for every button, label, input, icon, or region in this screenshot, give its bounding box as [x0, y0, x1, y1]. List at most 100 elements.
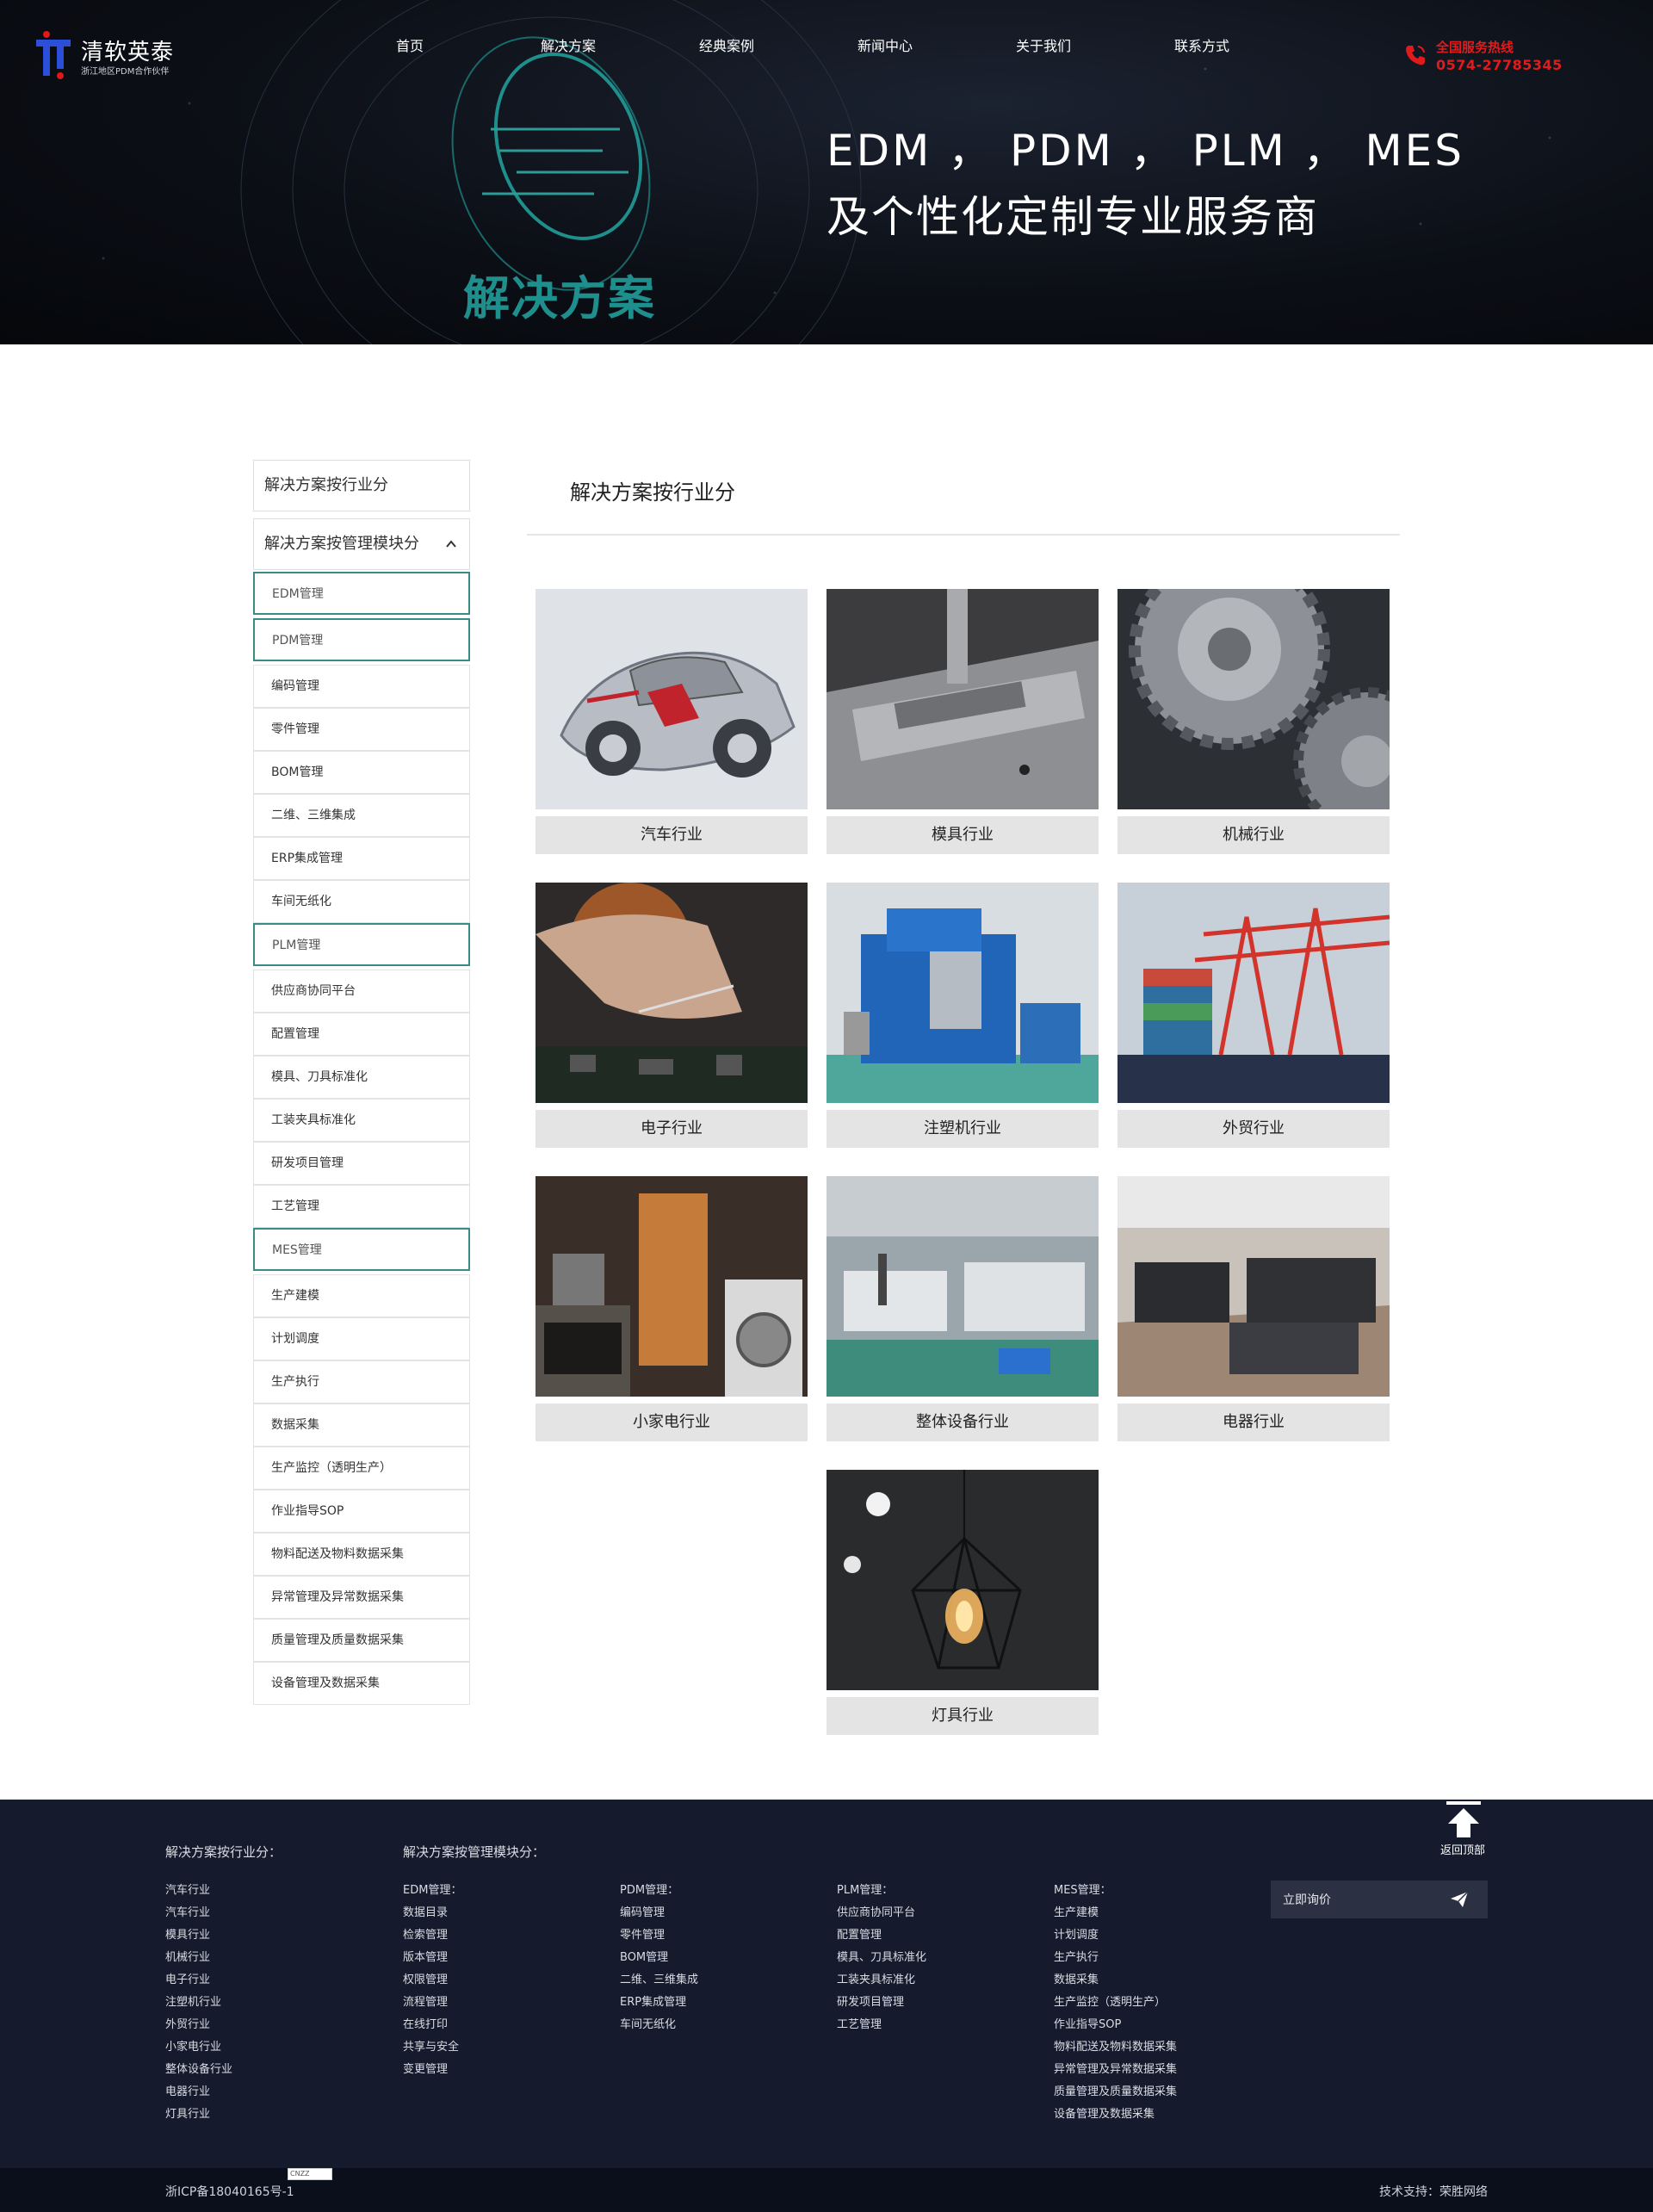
sidebar-item[interactable]: ERP集成管理: [253, 837, 470, 880]
hotline-number[interactable]: 0574-27785345: [1436, 57, 1563, 73]
footer-link[interactable]: 汽车行业: [165, 1881, 210, 1897]
footer-link[interactable]: 计划调度: [1054, 1925, 1099, 1942]
sidebar-item[interactable]: 零件管理: [253, 708, 470, 751]
sidebar-item[interactable]: 生产执行: [253, 1360, 470, 1403]
icp-number[interactable]: 浙ICP备18040165号-1: [165, 2183, 294, 2200]
footer-link[interactable]: 汽车行业: [165, 1903, 210, 1919]
sidebar-item[interactable]: 生产监控（透明生产）: [253, 1447, 470, 1490]
footer-link[interactable]: 编码管理: [620, 1903, 665, 1919]
inquiry-button[interactable]: 立即询价: [1271, 1881, 1488, 1918]
footer-link[interactable]: 研发项目管理: [837, 1992, 904, 2009]
logo-mark-icon: [36, 31, 71, 79]
card-trade[interactable]: 外贸行业: [1117, 883, 1390, 1149]
nav-home[interactable]: 首页: [396, 34, 424, 55]
footer-link[interactable]: 共享与安全: [403, 2037, 459, 2054]
sidebar-item[interactable]: 设备管理及数据采集: [253, 1662, 470, 1705]
sidebar-item[interactable]: 质量管理及质量数据采集: [253, 1619, 470, 1662]
footer-group-heading[interactable]: MES管理：: [1054, 1881, 1111, 1897]
footer-link[interactable]: 车间无纸化: [620, 2015, 676, 2031]
sidebar-item[interactable]: 模具、刀具标准化: [253, 1056, 470, 1099]
footer-link[interactable]: 数据目录: [403, 1903, 448, 1919]
footer-link[interactable]: 设备管理及数据采集: [1054, 2104, 1155, 2121]
footer-link[interactable]: 检索管理: [403, 1925, 448, 1942]
footer-link[interactable]: 模具行业: [165, 1925, 210, 1942]
footer-link[interactable]: 权限管理: [403, 1970, 448, 1986]
footer-link[interactable]: 二维、三维集成: [620, 1970, 698, 1986]
back-to-top-button[interactable]: 返回顶部: [1433, 1800, 1493, 1857]
footer-link[interactable]: 异常管理及异常数据采集: [1054, 2060, 1177, 2076]
sidebar-item[interactable]: 编码管理: [253, 665, 470, 708]
card-auto[interactable]: 汽车行业: [536, 589, 808, 856]
footer-link[interactable]: 质量管理及质量数据采集: [1054, 2082, 1177, 2098]
nav-contact[interactable]: 联系方式: [1174, 34, 1229, 55]
sidebar-category[interactable]: EDM管理: [253, 572, 470, 615]
sidebar-item[interactable]: 车间无纸化: [253, 880, 470, 923]
footer-link[interactable]: 灯具行业: [165, 2104, 210, 2121]
card-equipment[interactable]: 整体设备行业: [826, 1176, 1099, 1443]
sidebar-group-by-industry[interactable]: 解决方案按行业分: [253, 460, 470, 511]
footer-link[interactable]: 生产建模: [1054, 1903, 1099, 1919]
sidebar-item[interactable]: 工艺管理: [253, 1185, 470, 1228]
nav-news[interactable]: 新闻中心: [857, 34, 913, 55]
footer-group-heading[interactable]: PDM管理：: [620, 1881, 678, 1897]
card-machinery[interactable]: 机械行业: [1117, 589, 1390, 856]
footer-link[interactable]: 电器行业: [165, 2082, 210, 2098]
footer-link[interactable]: ERP集成管理: [620, 1992, 686, 2009]
sidebar-item[interactable]: 工装夹具标准化: [253, 1099, 470, 1142]
card-injection[interactable]: 注塑机行业: [826, 883, 1099, 1149]
card-electronics[interactable]: 电子行业: [536, 883, 808, 1149]
sidebar-item[interactable]: BOM管理: [253, 751, 470, 794]
footer-group-heading[interactable]: EDM管理：: [403, 1881, 461, 1897]
sidebar-item[interactable]: 异常管理及异常数据采集: [253, 1576, 470, 1619]
sidebar-category[interactable]: PLM管理: [253, 923, 470, 966]
card-mold[interactable]: 模具行业: [826, 589, 1099, 856]
nav-solutions[interactable]: 解决方案: [541, 34, 596, 55]
footer-link[interactable]: 物料配送及物料数据采集: [1054, 2037, 1177, 2054]
sidebar-item[interactable]: 配置管理: [253, 1013, 470, 1056]
footer-link[interactable]: 生产监控（透明生产）: [1054, 1992, 1166, 2009]
card-lighting[interactable]: 灯具行业: [826, 1470, 1099, 1737]
sidebar-item[interactable]: 研发项目管理: [253, 1142, 470, 1185]
nav-about[interactable]: 关于我们: [1016, 34, 1071, 55]
site-logo[interactable]: 清软英泰 浙江地区PDM合作伙伴: [33, 26, 179, 86]
tech-support[interactable]: 技术支持：荣胜网络: [1379, 2183, 1488, 2200]
sidebar-group-by-module[interactable]: 解决方案按管理模块分: [253, 518, 470, 570]
footer-link[interactable]: 电子行业: [165, 1970, 210, 1986]
sidebar-item[interactable]: 二维、三维集成: [253, 794, 470, 837]
card-label: 外贸行业: [1117, 1110, 1390, 1148]
footer-link[interactable]: 供应商协同平台: [837, 1903, 915, 1919]
footer-link[interactable]: 机械行业: [165, 1948, 210, 1964]
footer-link[interactable]: 变更管理: [403, 2060, 448, 2076]
cnzz-badge[interactable]: CNZZ: [288, 2168, 332, 2180]
footer-link[interactable]: 零件管理: [620, 1925, 665, 1942]
footer-group-heading[interactable]: PLM管理：: [837, 1881, 893, 1897]
sidebar-item[interactable]: 物料配送及物料数据采集: [253, 1533, 470, 1576]
footer-link[interactable]: 小家电行业: [165, 2037, 221, 2054]
footer-link[interactable]: 作业指导SOP: [1054, 2015, 1121, 2031]
footer-link[interactable]: BOM管理: [620, 1948, 668, 1964]
footer-link[interactable]: 注塑机行业: [165, 1992, 221, 2009]
footer-link[interactable]: 配置管理: [837, 1925, 882, 1942]
footer-link[interactable]: 工艺管理: [837, 2015, 882, 2031]
sidebar-item[interactable]: 生产建模: [253, 1274, 470, 1317]
footer-link[interactable]: 版本管理: [403, 1948, 448, 1964]
hero-banner: 清软英泰 浙江地区PDM合作伙伴 首页 解决方案 经典案例 新闻中心 关于我们 …: [0, 0, 1653, 344]
footer-link[interactable]: 模具、刀具标准化: [837, 1948, 926, 1964]
card-small-appliance[interactable]: 小家电行业: [536, 1176, 808, 1443]
sidebar-item[interactable]: 数据采集: [253, 1403, 470, 1447]
footer-link[interactable]: 数据采集: [1054, 1970, 1099, 1986]
sidebar-category[interactable]: PDM管理: [253, 618, 470, 661]
footer-link[interactable]: 整体设备行业: [165, 2060, 232, 2076]
nav-cases[interactable]: 经典案例: [699, 34, 754, 55]
footer-link[interactable]: 外贸行业: [165, 2015, 210, 2031]
sidebar-item[interactable]: 作业指导SOP: [253, 1490, 470, 1533]
footer-link[interactable]: 生产执行: [1054, 1948, 1099, 1964]
footer-link[interactable]: 流程管理: [403, 1992, 448, 2009]
sidebar-item[interactable]: 计划调度: [253, 1317, 470, 1360]
sidebar-category[interactable]: MES管理: [253, 1228, 470, 1271]
card-electrical[interactable]: 电器行业: [1117, 1176, 1390, 1443]
footer-link[interactable]: 在线打印: [403, 2015, 448, 2031]
sidebar-item[interactable]: 供应商协同平台: [253, 970, 470, 1013]
footer-link[interactable]: 工装夹具标准化: [837, 1970, 915, 1986]
car-photo: [536, 589, 808, 809]
